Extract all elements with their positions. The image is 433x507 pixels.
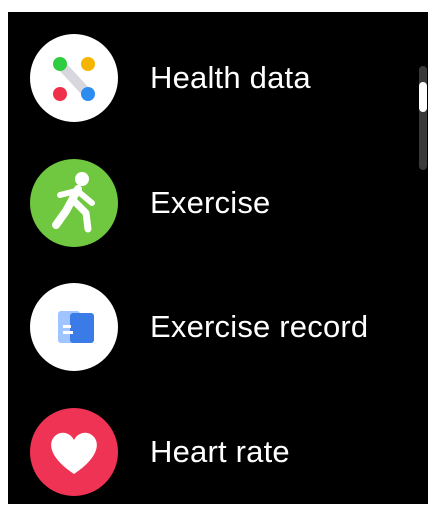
menu-item-label: Heart rate	[150, 434, 290, 469]
watch-screen: Health data Exercise Exercise record Hea…	[8, 12, 428, 504]
menu-item-label: Health data	[150, 60, 311, 95]
menu-item-exercise[interactable]: Exercise	[30, 159, 410, 247]
scrollbar-thumb[interactable]	[419, 82, 427, 112]
menu-item-health-data[interactable]: Health data	[30, 34, 410, 122]
running-person-icon	[30, 159, 118, 247]
health-data-icon	[30, 34, 118, 122]
heart-icon	[30, 408, 118, 496]
menu-item-label: Exercise	[150, 185, 271, 220]
menu-item-heart-rate[interactable]: Heart rate	[30, 408, 410, 496]
menu-item-exercise-record[interactable]: Exercise record	[30, 283, 410, 371]
scrollbar[interactable]	[419, 66, 427, 170]
menu-item-label: Exercise record	[150, 309, 369, 344]
exercise-record-icon	[30, 283, 118, 371]
